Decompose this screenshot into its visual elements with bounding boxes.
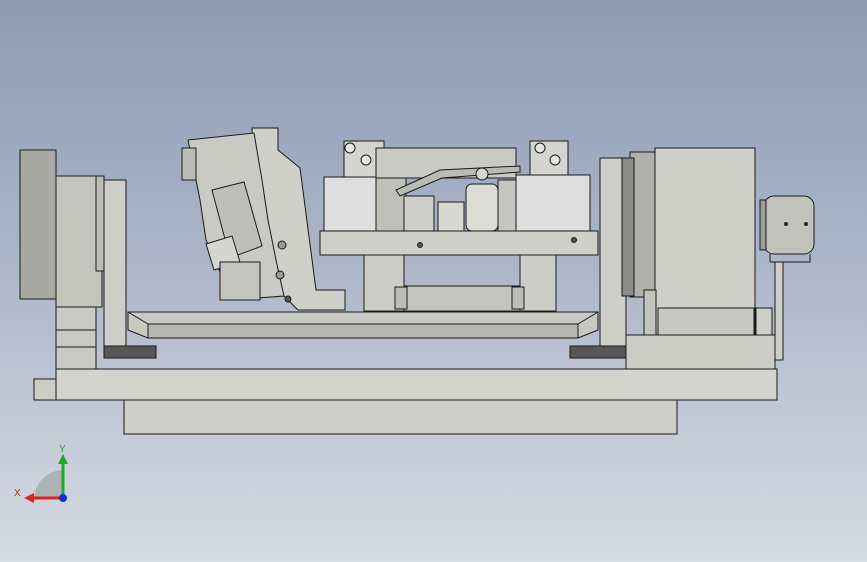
right-head-support [625, 334, 776, 370]
right-housing-box [654, 147, 756, 336]
cad-viewport[interactable]: X Y [0, 0, 867, 562]
fixture-assembly-model[interactable] [0, 0, 867, 562]
axis-triad: X Y [14, 444, 68, 503]
x-axis-label: X [14, 488, 21, 499]
base-left-step [33, 378, 57, 401]
right-foot-block [569, 345, 627, 359]
fixture-leg-right [519, 254, 557, 312]
base-main-plate [55, 368, 778, 401]
fixture-top-plate [319, 230, 599, 256]
z-axis-dot [59, 494, 67, 502]
left-head-support [55, 306, 97, 370]
left-flange-rim [95, 175, 105, 272]
fixture-cylinder [465, 183, 499, 232]
base-lower-plate [123, 399, 678, 435]
right-flange [621, 157, 635, 297]
fixture-left-block [323, 176, 377, 232]
left-motor-disc [19, 149, 57, 300]
left-flange [55, 175, 103, 308]
left-upright [103, 179, 127, 347]
y-axis-label: Y [59, 444, 66, 455]
fixture-right-block [515, 174, 591, 232]
triad-xy-plane [34, 470, 63, 498]
left-foot-block [103, 345, 157, 359]
